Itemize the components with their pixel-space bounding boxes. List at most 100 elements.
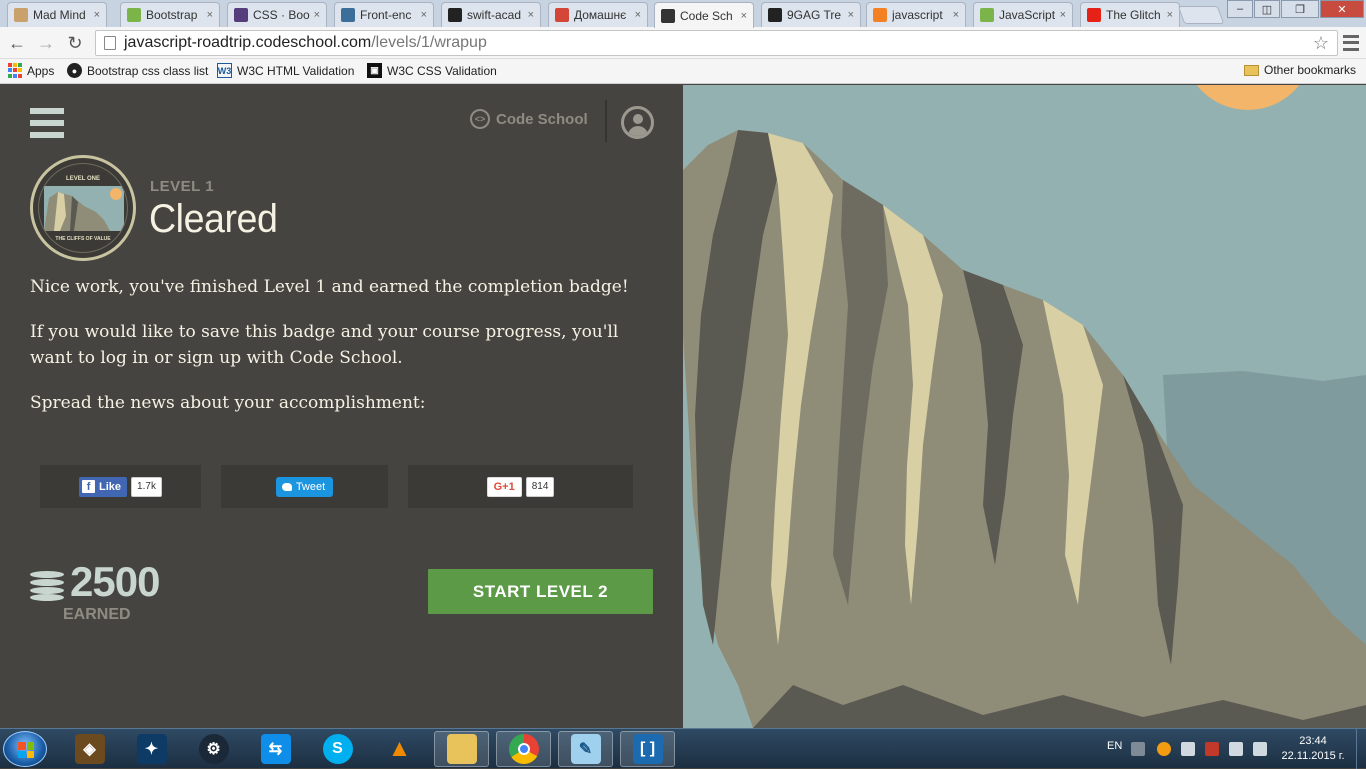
bookmark-bootstrap[interactable]: ● Bootstrap css class list xyxy=(67,63,208,78)
tweet-button[interactable]: Tweet xyxy=(275,476,334,497)
chrome-icon xyxy=(508,734,539,764)
tab-favicon-icon xyxy=(1087,8,1101,22)
google-plus-button[interactable]: G+1 xyxy=(486,476,522,497)
taskbar-battlenet[interactable]: ✦ xyxy=(124,731,179,767)
cliff-artwork xyxy=(683,85,1366,728)
taskbar-teamviewer[interactable]: ⇆ xyxy=(248,731,303,767)
browser-tab[interactable]: Домашнє × xyxy=(548,2,648,27)
minimize-button[interactable]: – xyxy=(1227,0,1253,18)
browser-tab[interactable]: Code Sch × xyxy=(654,2,754,28)
avast-icon[interactable] xyxy=(1157,742,1171,756)
url-host: javascript-roadtrip.codeschool.com xyxy=(124,34,372,51)
coins-icon xyxy=(30,571,64,601)
code-school-logo-text: Code School xyxy=(496,110,588,128)
new-tab-button[interactable] xyxy=(1177,6,1225,24)
google-plus-count: 814 xyxy=(525,476,555,497)
show-desktop-button[interactable] xyxy=(1356,729,1366,769)
volume-icon[interactable] xyxy=(1253,742,1267,756)
badge-cliff-illustration xyxy=(44,186,124,231)
tab-close-icon[interactable]: × xyxy=(207,9,213,21)
taskbar-steam[interactable]: ⚙ xyxy=(186,731,241,767)
browser-tab[interactable]: Front-enc × xyxy=(334,2,434,27)
clock-time: 23:44 xyxy=(1299,735,1327,747)
tab-favicon-icon xyxy=(127,8,141,22)
tab-close-icon[interactable]: × xyxy=(635,9,641,21)
tab-close-icon[interactable]: × xyxy=(1167,9,1173,21)
taskbar-brackets[interactable]: [ ] xyxy=(620,731,675,767)
address-bar[interactable]: javascript-roadtrip.codeschool.com/level… xyxy=(95,30,1338,56)
points-value: 2500 xyxy=(70,558,160,605)
brackets-editor-icon: [ ] xyxy=(632,734,663,764)
power-icon[interactable] xyxy=(1205,742,1219,756)
hamburger-menu-icon[interactable] xyxy=(30,108,64,138)
browser-tab[interactable]: swift-acad × xyxy=(441,2,541,27)
tab-label: swift-acad xyxy=(467,8,522,22)
apps-grid-icon xyxy=(7,63,22,78)
browser-tab[interactable]: Bootstrap × xyxy=(120,2,220,27)
web-page: <> Code School LEVEL ONE THE CLIFFS OF V… xyxy=(0,85,1366,728)
browser-tab[interactable]: The Glitch × xyxy=(1080,2,1180,27)
browser-tab[interactable]: CSS · Boo × xyxy=(227,2,327,27)
tab-close-icon[interactable]: × xyxy=(314,9,320,21)
clock-date: 22.11.2015 г. xyxy=(1281,750,1345,762)
tab-favicon-icon xyxy=(661,8,675,23)
taskbar-skype[interactable]: S xyxy=(310,731,365,767)
tab-label: javascript xyxy=(892,8,943,22)
taskbar-chrome[interactable] xyxy=(496,731,551,767)
save-progress-message: If you would like to save this badge and… xyxy=(30,322,619,368)
code-school-logo[interactable]: <> Code School xyxy=(470,109,588,129)
tab-close-icon[interactable]: × xyxy=(421,9,427,21)
bookmark-w3c-html[interactable]: W3 W3C HTML Validation xyxy=(217,63,354,78)
browser-tab[interactable]: javascript × xyxy=(866,2,966,27)
header-divider xyxy=(605,100,607,142)
tab-close-icon[interactable]: × xyxy=(94,9,100,21)
github-icon: ● xyxy=(67,63,82,78)
back-arrow-icon[interactable]: ← xyxy=(6,32,28,54)
profile-button[interactable]: ◫ xyxy=(1254,0,1280,18)
w3c-css-icon: ▣ xyxy=(367,63,382,78)
network-signal-icon[interactable] xyxy=(1229,742,1243,756)
reload-icon[interactable]: ↻ xyxy=(64,32,86,54)
vlc-cone-icon: ▲ xyxy=(387,735,412,762)
language-indicator[interactable]: EN xyxy=(1107,740,1122,752)
badge-top-text: LEVEL ONE xyxy=(66,176,100,182)
maximize-button[interactable]: ❐ xyxy=(1281,0,1319,18)
chrome-menu-icon[interactable] xyxy=(1343,33,1359,53)
taskbar-hearthstone[interactable]: ◈ xyxy=(62,731,117,767)
taskbar-explorer[interactable] xyxy=(434,731,489,767)
tab-close-icon[interactable]: × xyxy=(741,10,747,22)
facebook-like-button[interactable]: f Like xyxy=(79,476,128,497)
google-plus-share-box: G+1 814 xyxy=(408,465,633,508)
other-bookmarks[interactable]: Other bookmarks xyxy=(1244,63,1356,77)
taskbar-notepad[interactable]: ✎ xyxy=(558,731,613,767)
taskbar-clock[interactable]: 23:44 22.11.2015 г. xyxy=(1278,734,1348,764)
bookmark-label: W3C CSS Validation xyxy=(387,63,497,78)
taskbar-vlc[interactable]: ▲ xyxy=(372,731,427,767)
skype-icon: S xyxy=(322,734,353,764)
browser-tab[interactable]: 9GAG Tre × xyxy=(761,2,861,27)
finished-message: Nice work, you've finished Level 1 and e… xyxy=(30,277,629,297)
tab-close-icon[interactable]: × xyxy=(848,9,854,21)
steam-icon: ⚙ xyxy=(198,734,229,764)
bookmark-w3c-css[interactable]: ▣ W3C CSS Validation xyxy=(367,63,497,78)
folder-icon xyxy=(1244,64,1259,76)
tab-close-icon[interactable]: × xyxy=(953,9,959,21)
keyboard-icon[interactable] xyxy=(1131,742,1145,756)
bookmark-star-icon[interactable]: ☆ xyxy=(1313,33,1329,54)
action-center-flag-icon[interactable] xyxy=(1181,742,1195,756)
start-button[interactable] xyxy=(3,731,47,767)
browser-tab[interactable]: Mad Mind × xyxy=(7,2,107,27)
tab-label: Mad Mind xyxy=(33,8,86,22)
twitter-share-box: Tweet xyxy=(221,465,388,508)
forward-arrow-icon[interactable]: → xyxy=(35,32,57,54)
tab-favicon-icon xyxy=(873,8,887,22)
tab-close-icon[interactable]: × xyxy=(1060,9,1066,21)
user-avatar-icon[interactable] xyxy=(621,106,654,139)
close-window-button[interactable]: ✕ xyxy=(1320,0,1364,18)
browser-tab[interactable]: JavaScript × xyxy=(973,2,1073,27)
tab-close-icon[interactable]: × xyxy=(528,9,534,21)
bookmark-apps[interactable]: Apps xyxy=(7,63,54,78)
url-path: /levels/1/wrapup xyxy=(371,34,487,51)
badge-bottom-text: THE CLIFFS OF VALUE xyxy=(55,236,111,242)
start-level-2-button[interactable]: START LEVEL 2 xyxy=(428,569,653,614)
